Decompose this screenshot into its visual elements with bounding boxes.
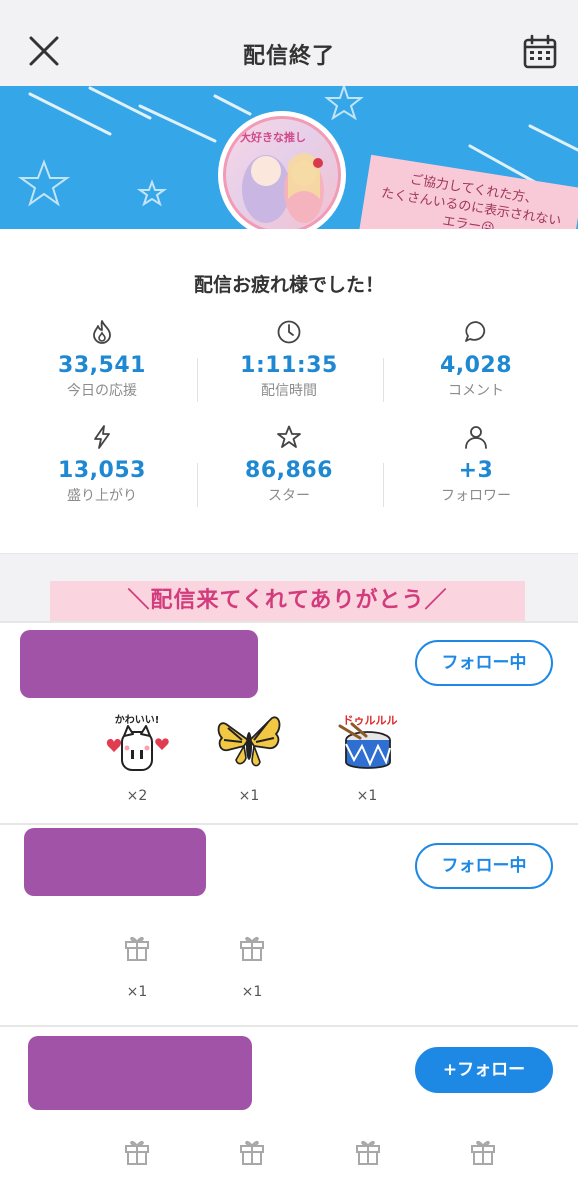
- stat-value: 1:11:35: [240, 353, 338, 378]
- redacted-username: [20, 630, 258, 698]
- stat-label: スター: [268, 488, 310, 504]
- drum-gift-icon: ドゥルルル: [338, 714, 398, 769]
- top-bar: 配信終了: [0, 0, 578, 86]
- streamer-avatar: 大好きな推し: [218, 111, 346, 229]
- stat-label: フォロワー: [441, 488, 511, 504]
- kawaii-cat-gift-icon: かわいい!: [106, 714, 169, 771]
- gift-drum: ドゥルルル ×1: [332, 710, 402, 804]
- gift-box-icon: [125, 936, 149, 961]
- gift-caption: かわいい!: [115, 714, 160, 726]
- gift-box-icon: [240, 936, 264, 961]
- stat-stars: 86,866 スター: [193, 424, 385, 505]
- stat-value: 86,866: [245, 458, 333, 483]
- gift-count: ×1: [241, 984, 263, 1000]
- divider: [383, 463, 384, 507]
- clock-icon: [277, 320, 301, 344]
- stat-cheers: 33,541 今日の応援: [6, 319, 198, 400]
- gift-generic: [333, 1136, 403, 1166]
- row-divider: [0, 621, 578, 623]
- divider: [197, 463, 198, 507]
- calendar-icon[interactable]: [522, 34, 558, 70]
- row-divider: [0, 823, 578, 825]
- thanks-banner: ＼配信来てくれてありがとう／: [50, 581, 525, 621]
- follow-button[interactable]: +フォロー: [415, 1047, 553, 1093]
- stat-excitement: 13,053 盛り上がり: [6, 424, 198, 505]
- stat-label: 今日の応援: [67, 383, 137, 399]
- person-icon: [465, 426, 487, 449]
- gift-count: ×1: [356, 788, 378, 804]
- stat-label: コメント: [448, 383, 504, 399]
- following-button[interactable]: フォロー中: [415, 843, 553, 889]
- stat-label: 配信時間: [261, 383, 317, 399]
- gift-generic: [448, 1136, 518, 1166]
- gift-box-icon: [471, 1140, 495, 1165]
- stat-value: 13,053: [58, 458, 146, 483]
- stream-banner: 大好きな推し ご協力してくれた方、 たくさんいるのに表示されない エラー😜: [0, 86, 578, 229]
- gift-box-icon: [356, 1140, 380, 1165]
- stat-comments: 4,028 コメント: [380, 319, 572, 400]
- gift-generic: [217, 1136, 287, 1166]
- row-divider: [0, 1025, 578, 1027]
- stat-value: +3: [458, 458, 494, 483]
- stat-value: 4,028: [439, 353, 513, 378]
- gift-count: ×1: [126, 984, 148, 1000]
- gift-box-icon: [240, 1140, 264, 1165]
- summary-heading: 配信お疲れ様でした！: [193, 274, 384, 296]
- following-button[interactable]: フォロー中: [415, 640, 553, 686]
- gift-generic: [102, 1136, 172, 1166]
- page-title: 配信終了: [242, 44, 335, 69]
- redacted-username: [24, 828, 206, 896]
- star-icon: [277, 425, 301, 448]
- divider: [383, 358, 384, 402]
- gift-count: ×1: [238, 788, 260, 804]
- stat-duration: 1:11:35 配信時間: [193, 319, 385, 400]
- gift-butterfly: ×1: [214, 710, 284, 804]
- flame-icon: [93, 320, 111, 344]
- divider: [197, 358, 198, 402]
- avatar-illustration: [242, 153, 324, 223]
- gift-generic: ×1: [102, 932, 172, 1000]
- butterfly-gift-icon: [217, 716, 281, 767]
- stat-followers: +3 フォロワー: [380, 424, 572, 505]
- gift-caption: ドゥルルル: [343, 714, 398, 727]
- comment-icon: [465, 321, 486, 342]
- gift-kawaii-cat: かわいい! ×2: [102, 710, 172, 804]
- gift-count: ×2: [126, 788, 148, 804]
- stat-label: 盛り上がり: [67, 488, 137, 504]
- gift-box-icon: [125, 1140, 149, 1165]
- gift-generic: ×1: [217, 932, 287, 1000]
- stat-value: 33,541: [58, 353, 146, 378]
- lightning-icon: [94, 425, 110, 449]
- redacted-username: [28, 1036, 252, 1110]
